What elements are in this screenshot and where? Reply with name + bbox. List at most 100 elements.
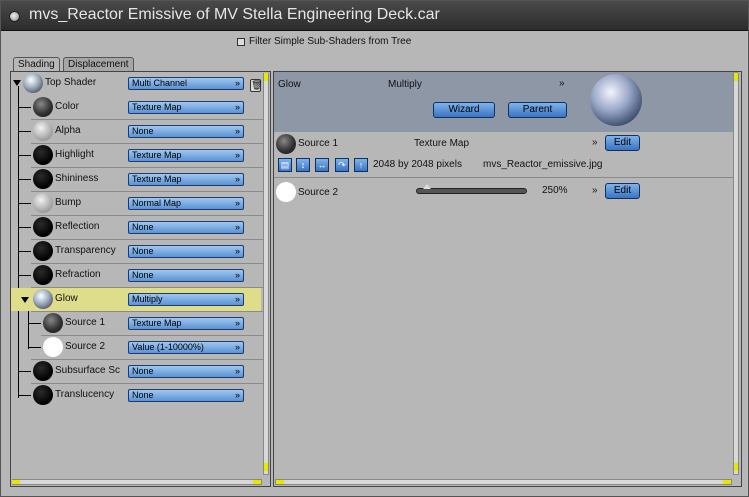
chevron-down-icon: » (234, 102, 240, 112)
tree-row-source-1[interactable]: Source 1 Texture Map » (11, 312, 261, 335)
dropdown-value: None (132, 126, 154, 136)
shader-type-dropdown[interactable]: Texture Map » (128, 101, 244, 114)
tree-row-color[interactable]: Color Texture Map » (11, 96, 261, 119)
mode-dropdown[interactable]: Multiply (388, 79, 422, 90)
texture-filename: mvs_Reactor_emissive.jpg (483, 159, 603, 170)
dropdown-value: Texture Map (132, 174, 182, 184)
scroll-thumb-top[interactable] (264, 73, 268, 81)
source-2-edit-button[interactable]: Edit (605, 183, 640, 199)
shader-type-dropdown[interactable]: Normal Map » (128, 197, 244, 210)
scroll-thumb-bottom[interactable] (734, 463, 738, 471)
shader-preview-sphere (33, 385, 53, 405)
tree-row-subsurface[interactable]: Subsurface Sc None » (11, 360, 261, 383)
slider-knob[interactable] (423, 184, 432, 189)
main-window: mvs_Reactor Emissive of MV Stella Engine… (0, 0, 749, 497)
glow-preview-sphere (590, 74, 642, 126)
shader-preview-sphere (23, 73, 43, 93)
tree-line (19, 227, 31, 228)
shader-preview-sphere (33, 361, 53, 381)
tree-row-highlight[interactable]: Highlight Texture Map » (11, 144, 261, 167)
parent-button[interactable]: Parent (508, 102, 567, 118)
filter-checkbox[interactable] (237, 37, 245, 46)
chevron-down-icon: » (234, 390, 240, 400)
trash-icon[interactable]: 🗑 (250, 79, 262, 92)
tree-horizontal-scrollbar[interactable] (12, 479, 262, 485)
shader-preview-sphere (33, 289, 53, 309)
dropdown-value: Texture Map (132, 150, 182, 160)
chevron-down-icon: » (234, 318, 240, 328)
tree-row-label: Bump (55, 197, 82, 208)
source-1-edit-button[interactable]: Edit (605, 135, 640, 151)
dropdown-value: Multi Channel (132, 78, 188, 88)
detail-horizontal-scrollbar[interactable] (275, 479, 732, 485)
tab-displacement[interactable]: Displacement (63, 57, 134, 72)
folder-open-icon[interactable]: ▤ (278, 158, 292, 172)
tree-row-reflection[interactable]: Reflection None » (11, 216, 261, 239)
tree-row-bump[interactable]: Bump Normal Map » (11, 192, 261, 215)
shader-type-dropdown[interactable]: Texture Map » (128, 149, 244, 162)
shader-preview-sphere (33, 265, 53, 285)
source-2-value-slider[interactable] (416, 188, 527, 194)
chevron-down-icon: » (234, 150, 240, 160)
tree-row-alpha[interactable]: Alpha None » (11, 120, 261, 143)
dropdown-value: Multiply (132, 294, 163, 304)
tree-row-transparency[interactable]: Transparency None » (11, 240, 261, 263)
tree-row-glow[interactable]: Glow Multiply » (11, 288, 261, 311)
tree-row-translucency[interactable]: Translucency None » (11, 384, 261, 407)
shader-type-dropdown[interactable]: None » (128, 125, 244, 138)
shader-type-dropdown[interactable]: Multiply » (128, 293, 244, 306)
shader-type-dropdown[interactable]: None » (128, 269, 244, 282)
scroll-thumb-bottom[interactable] (264, 463, 268, 471)
close-window-icon[interactable] (9, 11, 20, 22)
tree-row-source-2[interactable]: Source 2 Value (1-10000%) » (11, 336, 261, 359)
chevron-down-icon[interactable]: » (559, 78, 565, 89)
chevron-down-icon: » (234, 270, 240, 280)
chevron-down-icon: » (234, 198, 240, 208)
flip-horizontal-icon[interactable]: ↔ (315, 158, 329, 172)
shader-type-dropdown[interactable]: None » (128, 365, 244, 378)
shader-type-dropdown[interactable]: None » (128, 245, 244, 258)
scroll-thumb-left[interactable] (276, 480, 284, 484)
scroll-thumb-top[interactable] (734, 73, 738, 81)
expand-triangle-icon[interactable] (13, 80, 21, 86)
dropdown-value: None (132, 222, 154, 232)
chevron-down-icon: » (234, 126, 240, 136)
arrow-up-icon[interactable]: ↑ (354, 158, 368, 172)
tree-line (19, 203, 31, 204)
rotate-icon[interactable]: ↷ (335, 158, 349, 172)
scroll-thumb-left[interactable] (12, 480, 20, 484)
expand-triangle-icon[interactable] (21, 297, 29, 303)
shader-type-dropdown[interactable]: Value (1-10000%) » (128, 341, 244, 354)
window-title: mvs_Reactor Emissive of MV Stella Engine… (29, 6, 440, 23)
wizard-button[interactable]: Wizard (433, 102, 495, 118)
shader-type-dropdown[interactable]: None » (128, 221, 244, 234)
tree-row-label: Translucency (55, 389, 115, 400)
tab-shading[interactable]: Shading (13, 57, 60, 72)
dropdown-value: None (132, 366, 154, 376)
tree-row-refraction[interactable]: Refraction None » (11, 264, 261, 287)
tree-row-label: Transparency (55, 245, 116, 256)
scroll-thumb-right[interactable] (723, 480, 731, 484)
shader-preview-sphere (43, 337, 63, 357)
shader-type-dropdown[interactable]: Texture Map » (128, 317, 244, 330)
title-bar[interactable]: mvs_Reactor Emissive of MV Stella Engine… (1, 1, 748, 31)
filter-option[interactable]: Filter Simple Sub-Shaders from Tree (237, 36, 411, 47)
flip-vertical-icon[interactable]: ↕ (296, 158, 310, 172)
chevron-down-icon[interactable]: » (592, 137, 598, 148)
dropdown-value: Normal Map (132, 198, 182, 208)
source-1-type-dropdown[interactable]: Texture Map (414, 138, 469, 149)
shader-type-dropdown[interactable]: Texture Map » (128, 173, 244, 186)
tree-row-shininess[interactable]: Shininess Texture Map » (11, 168, 261, 191)
detail-vertical-scrollbar[interactable] (733, 73, 739, 475)
tree-row-label: Glow (55, 293, 78, 304)
chevron-down-icon[interactable]: » (592, 185, 598, 196)
tree-row-top-shader[interactable]: Top Shader Multi Channel » (11, 72, 261, 95)
tree-row-label: Refraction (55, 269, 101, 280)
shader-preview-sphere (33, 217, 53, 237)
tree-vertical-scrollbar[interactable] (263, 73, 269, 475)
shader-type-dropdown[interactable]: None » (128, 389, 244, 402)
shader-detail-panel (273, 71, 742, 487)
source-2-label: Source 2 (298, 187, 339, 198)
shader-type-dropdown[interactable]: Multi Channel » (128, 77, 244, 90)
scroll-thumb-right[interactable] (253, 480, 261, 484)
